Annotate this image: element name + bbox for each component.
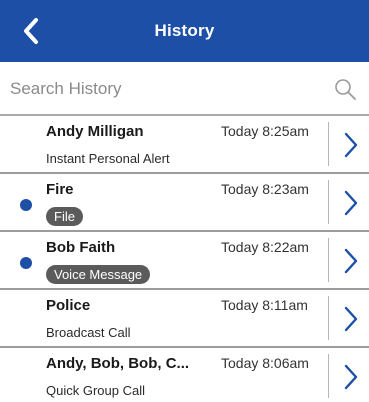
history-row-type: Broadcast Call <box>46 325 131 340</box>
row-detail-button[interactable] <box>338 186 364 220</box>
unread-indicator <box>20 257 32 269</box>
row-divider <box>328 354 329 398</box>
search-bar <box>0 62 369 116</box>
history-row-type: Quick Group Call <box>46 383 145 398</box>
row-detail-button[interactable] <box>338 128 364 162</box>
chevron-left-icon <box>24 18 38 44</box>
history-row-time: Today 8:06am <box>221 355 309 371</box>
history-row-time: Today 8:23am <box>221 181 309 197</box>
chevron-right-icon <box>344 364 358 390</box>
row-detail-button[interactable] <box>338 302 364 336</box>
history-row-name: Andy, Bob, Bob, C... <box>46 355 190 372</box>
history-row-time: Today 8:25am <box>221 123 309 139</box>
history-row[interactable]: Police Today 8:11am Broadcast Call <box>0 290 369 348</box>
history-row-name: Andy Milligan <box>46 123 144 140</box>
history-row[interactable]: Bob Faith Today 8:22am Voice Message <box>0 232 369 290</box>
row-divider <box>328 296 329 340</box>
history-row-type: Instant Personal Alert <box>46 151 170 166</box>
row-divider <box>328 122 329 166</box>
row-divider <box>328 238 329 282</box>
history-row-type-badge: File <box>46 207 83 226</box>
back-button[interactable] <box>14 14 48 48</box>
chevron-right-icon <box>344 306 358 332</box>
search-icon[interactable] <box>333 77 357 101</box>
history-list: Andy Milligan Today 8:25am Instant Persona… <box>0 116 369 402</box>
row-detail-button[interactable] <box>338 360 364 394</box>
history-row[interactable]: Fire Today 8:23am File <box>0 174 369 232</box>
history-row-time: Today 8:22am <box>221 239 309 255</box>
row-divider <box>328 180 329 224</box>
unread-indicator <box>20 199 32 211</box>
chevron-right-icon <box>344 248 358 274</box>
chevron-right-icon <box>344 190 358 216</box>
row-detail-button[interactable] <box>338 244 364 278</box>
history-row-name: Bob Faith <box>46 239 116 256</box>
history-row-time: Today 8:11am <box>221 297 308 313</box>
history-row-name: Fire <box>46 181 74 198</box>
history-row[interactable]: Andy, Bob, Bob, C... Today 8:06am Quick Gr… <box>0 348 369 402</box>
history-row[interactable]: Andy Milligan Today 8:25am Instant Persona… <box>0 116 369 174</box>
page-title: History <box>154 21 215 40</box>
chevron-right-icon <box>344 132 358 158</box>
search-input[interactable] <box>10 74 320 104</box>
app-header: History <box>0 0 369 62</box>
history-row-name: Police <box>46 297 91 314</box>
history-row-type-badge: Voice Message <box>46 265 151 284</box>
